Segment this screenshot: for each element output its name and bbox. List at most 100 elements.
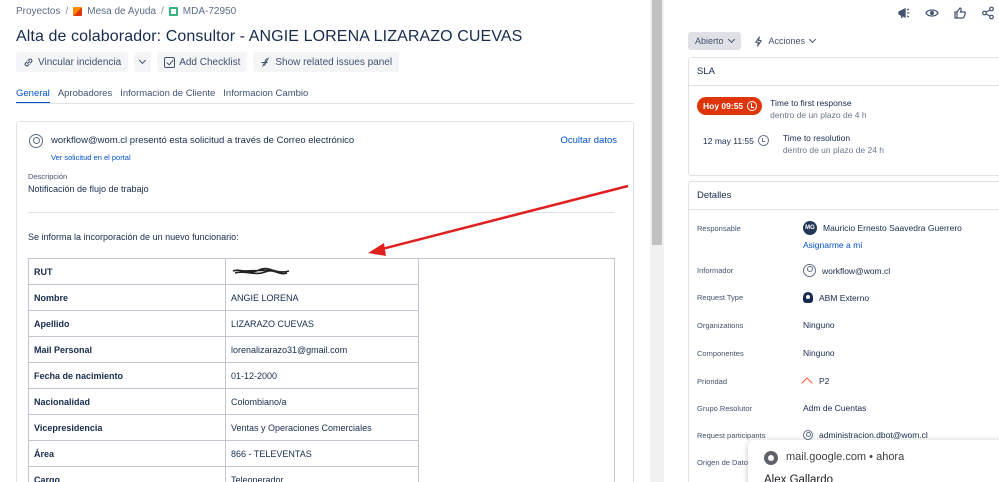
user-avatar-icon <box>29 134 43 148</box>
field-organizations: Organizations Ninguno <box>697 320 835 330</box>
tab-general[interactable]: General <box>16 88 50 104</box>
link-issue-dropdown[interactable] <box>134 52 152 72</box>
sla-first-response: Hoy 09:55 Time to first response dentro … <box>697 97 867 121</box>
sender-text: workflow@wom.cl presentó esta solicitud … <box>51 135 355 146</box>
browser-notification[interactable]: mail.google.com • ahora Alex Gallardo <box>748 440 999 482</box>
issue-main-pane: Proyectos / Mesa de Ayuda / MDA-72950 Al… <box>0 0 650 482</box>
issue-toolbar: Vincular incidencia Add Checklist Show r… <box>16 52 400 72</box>
table-row: Apellido LIZARAZO CUEVAS <box>28 310 615 337</box>
link-issue-button[interactable]: Vincular incidencia <box>16 52 129 72</box>
field-request-participants: Request participants administracion.dbot… <box>697 430 928 440</box>
issue-tabs: General Aprobadores Informacion de Clien… <box>16 88 308 104</box>
row-key: RUT <box>28 258 226 285</box>
checklist-icon <box>164 56 176 68</box>
table-row: Fecha de nacimiento 01-12-2000 <box>28 362 615 389</box>
redaction-scribble <box>232 267 290 275</box>
field-informador: Informador workflow@wom.cl <box>697 264 891 277</box>
tab-aprobadores[interactable]: Aprobadores <box>58 88 112 104</box>
field-grupo-resolutor: Grupo Resolutor Adm de Cuentas <box>697 403 867 413</box>
related-issues-icon <box>261 56 270 67</box>
watch-eye-icon[interactable] <box>925 6 939 20</box>
table-row: Nacionalidad Colombiano/a <box>28 388 615 415</box>
lightning-icon <box>754 35 762 47</box>
assignee-name: Mauricio Ernesto Saavedra Guerrero <box>823 223 962 233</box>
breadcrumb-service-desk[interactable]: Mesa de Ayuda <box>87 6 156 17</box>
table-row: Vicepresidencia Ventas y Operaciones Come… <box>28 414 615 441</box>
main-scrollbar[interactable] <box>650 0 664 482</box>
tab-informacion-cliente[interactable]: Informacion de Cliente <box>120 88 215 104</box>
assignee-avatar: MG <box>803 221 817 235</box>
issue-type-icon <box>168 7 178 16</box>
sla-first-sub: dentro de un plazo de 4 h <box>770 110 867 120</box>
sla-panel: SLA Hoy 09:55 Time to first response den… <box>688 57 999 176</box>
show-related-label: Show related issues panel <box>275 56 393 68</box>
tab-informacion-cambio[interactable]: Informacion Cambio <box>223 88 308 104</box>
feedback-megaphone-icon[interactable] <box>897 6 911 20</box>
field-request-type: Request Type ABM Externo <box>697 292 870 303</box>
chevron-down-icon <box>727 35 735 44</box>
table-row: Área 866 - TELEVENTAS <box>28 440 615 467</box>
show-related-button[interactable]: Show related issues panel <box>253 52 400 72</box>
employee-info-table: RUT Nombre ANGIE LORENA Apellido LIZARAZO … <box>28 258 615 482</box>
sla-heading[interactable]: SLA <box>689 58 999 86</box>
vote-thumbs-up-icon[interactable] <box>953 6 967 20</box>
request-card: workflow@wom.cl presentó esta solicitud … <box>16 121 634 482</box>
issue-title[interactable]: Alta de colaborador: Consultor - ANGIE L… <box>16 28 522 46</box>
clock-icon <box>747 101 758 111</box>
notification-source: mail.google.com <box>786 451 867 463</box>
description-divider <box>28 212 614 213</box>
table-row: Cargo Teleoperador <box>28 466 615 482</box>
portal-link[interactable]: Ver solicitud en el portal <box>51 153 131 162</box>
breadcrumb: Proyectos / Mesa de Ayuda / MDA-72950 <box>16 6 237 17</box>
add-checklist-button[interactable]: Add Checklist <box>157 52 248 72</box>
share-icon[interactable] <box>981 6 995 20</box>
link-icon <box>24 58 33 66</box>
participant-avatar-icon <box>803 430 813 440</box>
priority-high-icon <box>801 377 813 389</box>
sla-breach-badge: Hoy 09:55 <box>697 97 763 115</box>
clock-icon <box>757 135 769 146</box>
hide-data-link[interactable]: Ocultar datos <box>561 135 618 146</box>
chevron-down-icon <box>139 56 147 65</box>
details-panel: Detalles Responsable MG Mauricio Ernesto… <box>688 181 999 482</box>
status-actions-row: Abierto Acciones <box>688 32 817 50</box>
intro-text: Se informa la incorporación de un nuevo … <box>28 232 239 242</box>
chevron-down-icon <box>809 35 817 44</box>
chrome-icon <box>764 451 778 465</box>
field-prioridad: Prioridad P2 <box>697 375 829 389</box>
table-row: RUT <box>28 258 615 285</box>
row-value-redacted <box>225 258 419 285</box>
sla-resolution-label: Time to resolution <box>782 133 851 143</box>
description-text: Notificación de flujo de trabajo <box>28 184 149 194</box>
field-responsable: Responsable MG Mauricio Ernesto Saavedra… <box>697 221 962 235</box>
details-heading[interactable]: Detalles <box>689 182 999 210</box>
tabs-divider <box>16 103 634 104</box>
scrollbar-thumb[interactable] <box>652 0 662 245</box>
field-componentes: Componentes Ninguno <box>697 348 835 358</box>
sla-badge-time: Hoy 09:55 <box>703 101 744 111</box>
link-issue-label: Vincular incidencia <box>38 56 122 68</box>
sla-resolution: 12 may 11:55 Time to resolution dentro d… <box>697 132 884 156</box>
description-label: Descripción <box>28 172 68 181</box>
notification-time: ahora <box>876 451 905 463</box>
assign-to-me-link[interactable]: Asignarme a mí <box>803 240 863 250</box>
sla-first-label: Time to first response <box>770 98 852 108</box>
add-checklist-label: Add Checklist <box>179 56 241 68</box>
breadcrumb-issue-key[interactable]: MDA-72950 <box>183 6 236 17</box>
sla-resolution-date-wrap: 12 may 11:55 <box>697 132 775 149</box>
table-row: Mail Personal lorenalizarazo31@gmail.com <box>28 336 615 363</box>
issue-sidebar: Abierto Acciones SLA Hoy 09:55 Time to f… <box>664 0 999 482</box>
sla-resolution-date: 12 may 11:55 <box>703 135 754 146</box>
sla-resolution-sub: dentro de un plazo de 24 h <box>782 145 885 155</box>
status-dropdown[interactable]: Abierto <box>688 32 741 50</box>
actions-label: Acciones <box>768 36 806 46</box>
notification-sender: Alex Gallardo <box>764 474 834 482</box>
reporter-avatar-icon <box>803 264 816 277</box>
table-row: Nombre ANGIE LORENA <box>28 284 615 311</box>
request-type-icon <box>803 292 813 303</box>
breadcrumb-projects[interactable]: Proyectos <box>16 6 60 17</box>
status-label: Abierto <box>695 36 724 46</box>
top-actions <box>897 6 995 20</box>
service-desk-icon <box>73 7 83 16</box>
actions-dropdown[interactable]: Acciones <box>753 35 817 47</box>
